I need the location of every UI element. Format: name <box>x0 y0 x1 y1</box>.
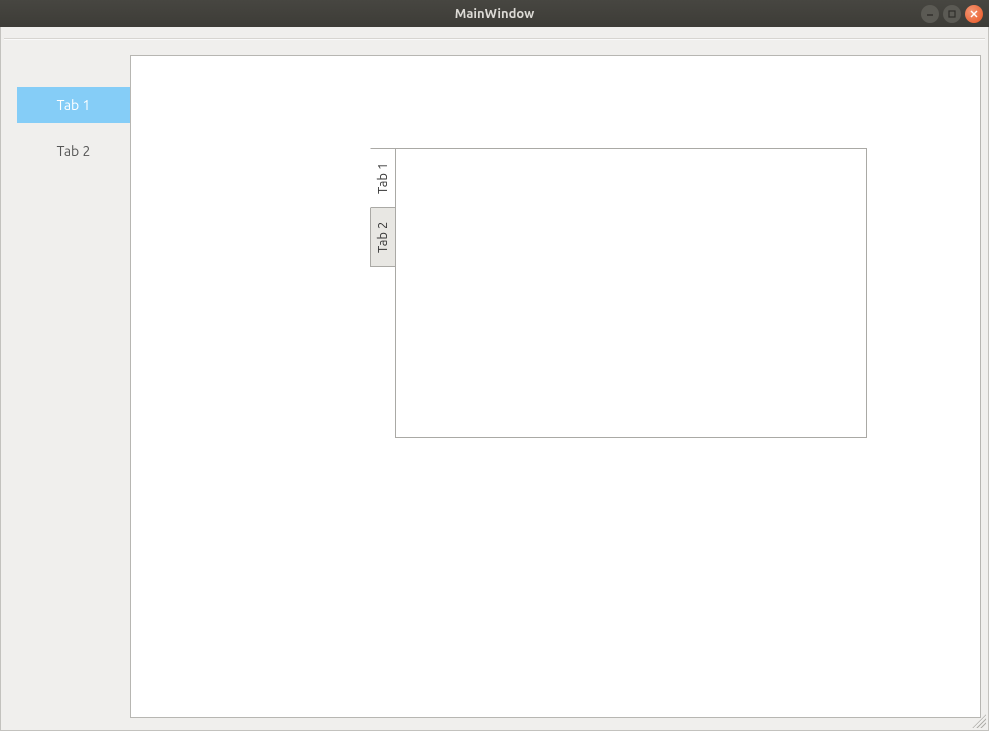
maximize-button[interactable] <box>943 5 961 23</box>
central-widget: Tab 1 Tab 2 Tab 1 Tab 2 <box>17 55 981 718</box>
minimize-button[interactable] <box>921 5 939 23</box>
window-titlebar: MainWindow <box>0 0 989 27</box>
inner-tab-widget: Tab 1 Tab 2 <box>370 148 867 438</box>
inner-tab-pane <box>395 148 867 438</box>
outer-tabbar: Tab 1 Tab 2 <box>17 55 130 718</box>
outer-tab-widget: Tab 1 Tab 2 Tab 1 Tab 2 <box>17 55 981 718</box>
outer-tab-2[interactable]: Tab 2 <box>17 133 130 169</box>
close-button[interactable] <box>965 5 983 23</box>
inner-tabbar: Tab 1 Tab 2 <box>370 148 396 438</box>
window-title: MainWindow <box>455 7 535 21</box>
maximize-icon <box>947 9 957 19</box>
outer-tab-pane: Tab 1 Tab 2 <box>130 55 981 718</box>
inner-tab-1[interactable]: Tab 1 <box>370 148 396 208</box>
close-icon <box>969 9 979 19</box>
inner-tab-2[interactable]: Tab 2 <box>370 207 396 267</box>
minimize-icon <box>925 9 935 19</box>
resize-grip-icon[interactable] <box>972 714 986 728</box>
window-controls <box>921 5 983 23</box>
outer-tab-1[interactable]: Tab 1 <box>17 87 130 123</box>
app-body: Tab 1 Tab 2 Tab 1 Tab 2 <box>0 27 989 731</box>
menubar-divider <box>4 39 985 40</box>
